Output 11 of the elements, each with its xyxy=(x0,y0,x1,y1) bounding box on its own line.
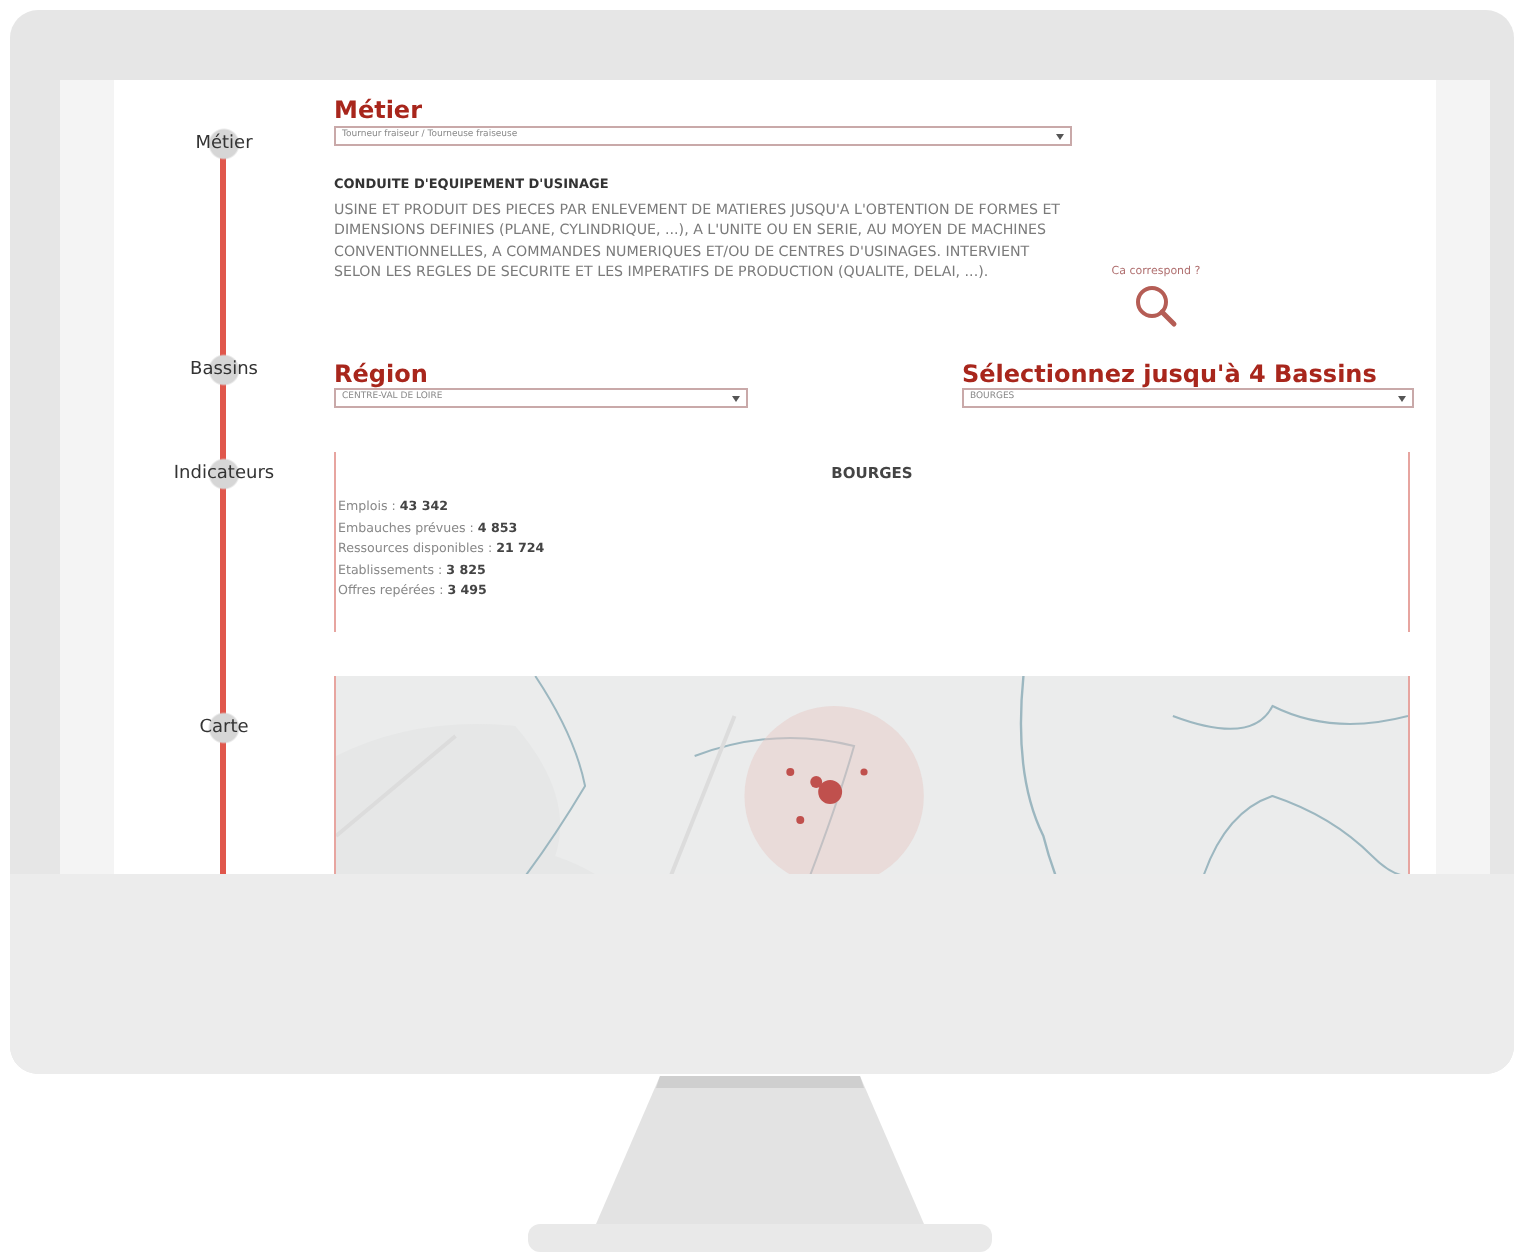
section-title: Sélectionnez jusqu'à 4 Bassins xyxy=(962,360,1379,388)
timeline-step[interactable]: Bassins xyxy=(190,354,258,386)
caret-icon xyxy=(1398,395,1406,401)
timeline-step[interactable]: Indicateurs xyxy=(173,458,275,490)
timeline-step[interactable]: Carte xyxy=(199,712,249,744)
search-icon[interactable] xyxy=(1134,284,1178,328)
section-title: Métier xyxy=(334,96,424,124)
caret-icon xyxy=(1056,133,1064,139)
section-title: Région xyxy=(334,360,430,388)
timeline-step[interactable]: Métier xyxy=(195,128,253,160)
caret-icon xyxy=(732,395,740,401)
